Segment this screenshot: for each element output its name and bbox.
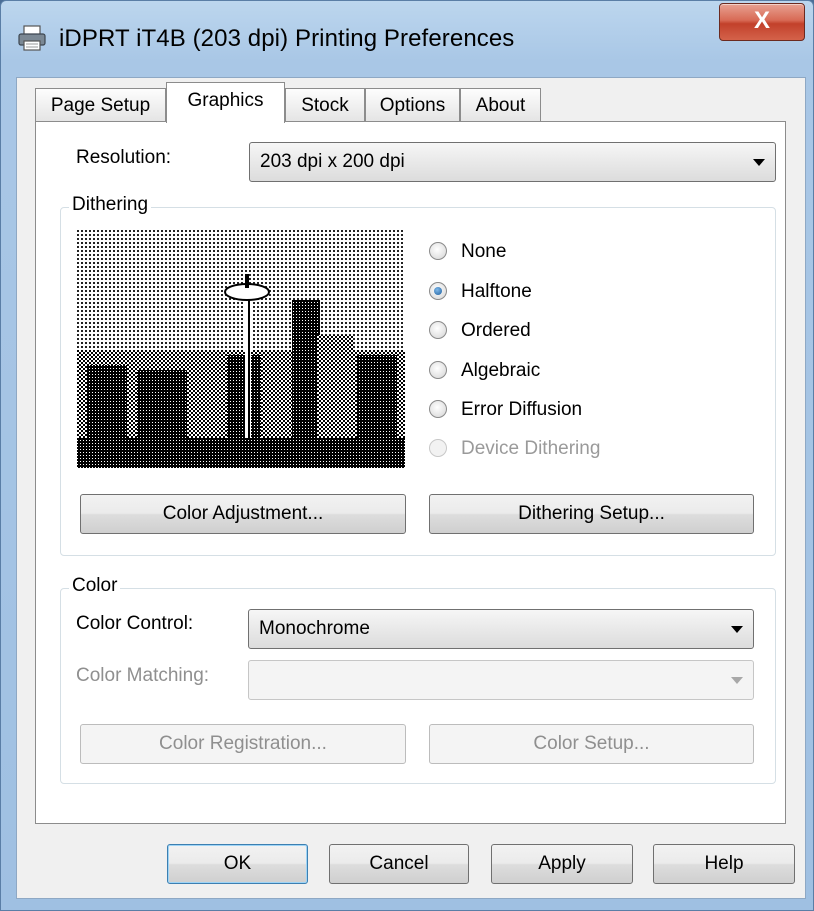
chevron-down-icon: [731, 677, 743, 684]
tab-about[interactable]: About: [460, 88, 541, 122]
dialog-client-area: Page Setup Graphics Stock Options About …: [16, 77, 806, 899]
dithering-group-title: Dithering: [69, 194, 152, 216]
color-matching-select[interactable]: [248, 660, 754, 700]
dither-algebraic-radio[interactable]: Algebraic: [429, 358, 540, 384]
apply-button[interactable]: Apply: [491, 844, 633, 884]
dither-halftone-radio[interactable]: Halftone: [429, 279, 532, 305]
chevron-down-icon: [731, 626, 743, 633]
title-bar[interactable]: iDPRT iT4B (203 dpi) Printing Preference…: [1, 1, 813, 77]
color-matching-label: Color Matching:: [76, 665, 210, 686]
color-group-title: Color: [69, 575, 121, 597]
dither-error-diffusion-label: Error Diffusion: [461, 399, 583, 420]
window-title: iDPRT iT4B (203 dpi) Printing Preference…: [59, 25, 515, 52]
radio-circle: [429, 242, 447, 260]
printer-icon: [18, 25, 46, 51]
graphics-tab-panel: Resolution: 203 dpi x 200 dpi Dithering: [35, 121, 786, 824]
radio-circle: [429, 400, 447, 418]
color-control-label: Color Control:: [76, 613, 194, 634]
radio-circle: [429, 321, 447, 339]
close-button[interactable]: X: [719, 3, 805, 41]
color-control-select[interactable]: Monochrome: [248, 609, 754, 649]
tab-stock[interactable]: Stock: [285, 88, 365, 122]
dither-none-radio[interactable]: None: [429, 239, 506, 265]
chevron-down-icon: [753, 159, 765, 166]
radio-circle: [429, 282, 447, 300]
resolution-value: 203 dpi x 200 dpi: [260, 151, 405, 172]
dithering-setup-button[interactable]: Dithering Setup...: [429, 494, 754, 534]
radio-circle: [429, 439, 447, 457]
color-setup-button[interactable]: Color Setup...: [429, 724, 754, 764]
color-adjustment-button[interactable]: Color Adjustment...: [80, 494, 406, 534]
dither-ordered-radio[interactable]: Ordered: [429, 318, 531, 344]
dither-ordered-label: Ordered: [461, 320, 531, 341]
color-control-value: Monochrome: [259, 618, 370, 639]
tab-page-setup[interactable]: Page Setup: [35, 88, 166, 122]
close-icon: X: [753, 7, 770, 34]
dither-halftone-label: Halftone: [461, 281, 532, 302]
dither-device-label: Device Dithering: [461, 438, 601, 459]
cancel-button[interactable]: Cancel: [329, 844, 469, 884]
color-registration-button[interactable]: Color Registration...: [80, 724, 406, 764]
resolution-select[interactable]: 203 dpi x 200 dpi: [249, 142, 776, 182]
tab-graphics[interactable]: Graphics: [166, 82, 285, 123]
dither-algebraic-label: Algebraic: [461, 360, 541, 381]
tab-options[interactable]: Options: [365, 88, 460, 122]
dither-device-radio[interactable]: Device Dithering: [429, 436, 600, 462]
help-button[interactable]: Help: [653, 844, 795, 884]
dither-error-diffusion-radio[interactable]: Error Diffusion: [429, 397, 582, 423]
dithering-preview-image: [77, 230, 405, 468]
dither-none-label: None: [461, 241, 507, 262]
printing-preferences-window: iDPRT iT4B (203 dpi) Printing Preference…: [0, 0, 814, 911]
resolution-label: Resolution:: [76, 147, 172, 168]
radio-circle: [429, 361, 447, 379]
ok-button[interactable]: OK: [167, 844, 308, 884]
